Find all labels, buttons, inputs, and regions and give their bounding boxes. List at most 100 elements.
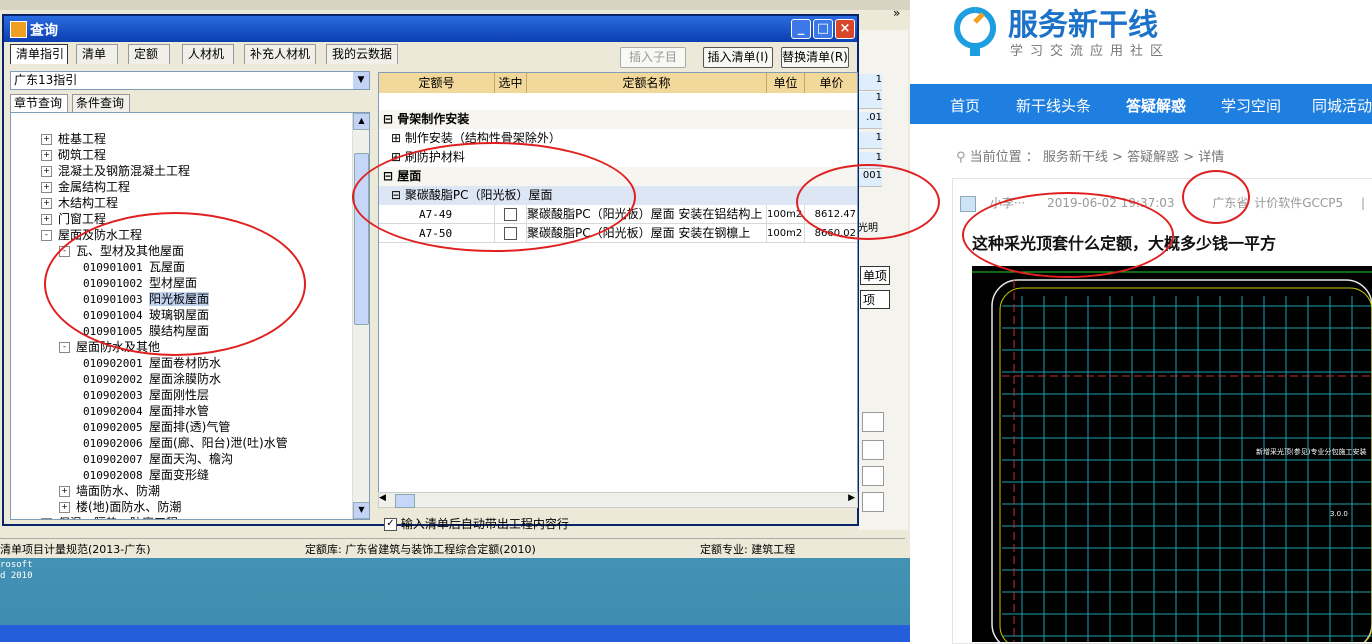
insert-list-button[interactable]: 插入清单(I) [703,47,773,68]
nav-qa[interactable]: 答疑解惑 [1126,95,1186,116]
replace-list-button[interactable]: 替换清单(R) [781,47,849,68]
tab-list[interactable]: 清单 [76,44,118,64]
expand-icon[interactable]: + [41,166,52,177]
select-checkbox[interactable] [504,227,517,240]
grid-cell-select[interactable] [495,205,527,224]
tab-chapter-query[interactable]: 章节查询 [10,94,68,112]
grid-group-row[interactable]: ⊟ 骨架制作安装 [379,110,857,129]
tab-cloud-data[interactable]: 我的云数据 [326,44,398,64]
tree-item-010902006[interactable]: 010902006 屋面(廊、阳台)泄(吐)水管 [83,435,288,451]
bg-button[interactable]: 项 [860,290,890,309]
minimize-button[interactable]: _ [791,19,811,39]
tree-node[interactable]: + 桩基工程 [41,131,106,147]
tree-item-010902007[interactable]: 010902007 屋面天沟、檐沟 [83,451,233,467]
tree-node[interactable]: - 屋面防水及其他 [59,339,160,355]
tab-labor-material[interactable]: 人材机 [182,44,234,64]
dialog-titlebar[interactable]: 查询 _ □ × [4,16,857,42]
expand-icon[interactable]: ⊞ [391,131,405,145]
bg-button[interactable]: 单项 [860,266,891,285]
scroll-thumb[interactable] [354,153,369,325]
tab-condition-query[interactable]: 条件查询 [72,94,130,112]
grid-sub-row[interactable]: ⊞ 刷防护材料 [379,148,857,167]
chapter-tree: ▲ ▼ + 桩基工程 + 砌筑工程 + 混凝土及钢筋混凝土工程 + 金属结构工程 + 木结构工程 +… [10,112,370,520]
expand-icon[interactable]: + [41,214,52,225]
nav-learning[interactable]: 学习空间 [1221,95,1281,116]
collapse-icon[interactable]: ⊟ [383,169,397,183]
scroll-right-icon[interactable]: ▶ [848,493,855,503]
tree-scrollbar[interactable]: ▲ ▼ [352,113,369,519]
insert-child-button[interactable]: 插入子目 [620,47,686,68]
bg-combo[interactable] [862,412,884,432]
collapse-icon[interactable]: - [59,246,70,257]
expand-icon[interactable]: + [41,518,52,519]
bg-combo[interactable] [862,492,884,512]
nav-home[interactable]: 首页 [950,95,980,116]
grid-hscrollbar[interactable]: ◀ ▶ [378,492,858,508]
scroll-left-icon[interactable]: ◀ [379,493,386,503]
cad-drawing-image[interactable]: 新增采光顶(参见)专业分包施工安装 3.0.0 [972,266,1372,642]
chevron-right-icon[interactable]: » [893,6,900,20]
tree-item-code: 010902005 [83,421,143,434]
tree-item-010902003[interactable]: 010902003 屋面刚性层 [83,387,209,403]
tree-item-010902002[interactable]: 010902002 屋面涂膜防水 [83,371,221,387]
expand-icon[interactable]: ⊞ [391,150,405,164]
table-row[interactable]: A7-50 聚碳酸脂PC（阳光板）屋面 安装在钢檩上 100m2 8660.02 [379,224,857,243]
bg-combo[interactable] [862,466,884,486]
expand-icon[interactable]: + [59,502,70,513]
grid-group-row[interactable]: ⊟ 屋面 [379,167,857,186]
tree-node[interactable]: + 砌筑工程 [41,147,106,163]
close-button[interactable]: × [835,19,855,39]
tab-supplement[interactable]: 补充人材机 [244,44,316,64]
tree-node[interactable]: + 混凝土及钢筋混凝土工程 [41,163,190,179]
post-author[interactable]: 小李··· [990,196,1025,210]
table-row[interactable]: A7-49 聚碳酸脂PC（阳光板）屋面 安装在铝结构上 100m2 8612.47 [379,205,857,224]
tab-quota[interactable]: 定额 [128,44,170,64]
tree-node[interactable]: + 门窗工程 [41,211,106,227]
chevron-down-icon[interactable]: ▼ [353,72,369,89]
expand-icon[interactable]: + [41,182,52,193]
grid-cell-select[interactable] [495,224,527,243]
expand-icon[interactable]: + [41,198,52,209]
expand-icon[interactable]: + [41,150,52,161]
library-select[interactable]: 广东13指引 ▼ [10,71,370,90]
tree-item-010901002[interactable]: 010901002 型材屋面 [83,275,197,291]
tree-item-label: 门窗工程 [58,212,107,226]
scroll-thumb[interactable] [395,494,415,508]
tree-node[interactable]: - 瓦、型材及其他屋面 [59,243,184,259]
tree-node[interactable]: - 屋面及防水工程 [41,227,142,243]
tree-item-010902004[interactable]: 010902004 屋面排水管 [83,403,209,419]
tree-item-010901004[interactable]: 010901004 玻璃钢屋面 [83,307,209,323]
avatar[interactable] [960,195,976,212]
tree-item-010902008[interactable]: 010902008 屋面变形缝 [83,467,209,483]
word-desktop-icon[interactable]: rosoft d 2010 [0,560,40,620]
tree-node[interactable]: + 保温、隔热、防腐工程 [41,515,178,519]
nav-headlines[interactable]: 新干线头条 [1016,95,1091,116]
select-checkbox[interactable] [504,208,517,221]
nav-events[interactable]: 同城活动 [1312,95,1372,116]
tree-node[interactable]: + 墙面防水、防潮 [59,483,160,499]
scroll-up-icon[interactable]: ▲ [353,113,369,130]
tree-item-010901003[interactable]: 010901003 阳光板屋面 [83,291,210,307]
tree-item-010901005[interactable]: 010901005 膜结构屋面 [83,323,209,339]
grid-subgroup-row[interactable]: ⊟ 聚碳酸脂PC（阳光板）屋面 [379,186,857,205]
tree-item-code: 010902004 [83,405,143,418]
expand-icon[interactable]: + [41,134,52,145]
tree-node[interactable]: + 金属结构工程 [41,179,130,195]
tree-node[interactable]: + 楼(地)面防水、防潮 [59,499,181,515]
collapse-icon[interactable]: - [41,230,52,241]
collapse-icon[interactable]: ⊟ [383,112,397,126]
scroll-down-icon[interactable]: ▼ [353,502,369,519]
tree-node[interactable]: + 木结构工程 [41,195,118,211]
tree-item-010902001[interactable]: 010902001 屋面卷材防水 [83,355,221,371]
collapse-icon[interactable]: - [59,342,70,353]
maximize-button[interactable]: □ [813,19,833,39]
auto-content-checkbox[interactable]: ✓ [384,518,397,531]
tree-item-010901001[interactable]: 010901001 瓦屋面 [83,259,185,275]
collapse-icon[interactable]: ⊟ [391,188,405,202]
tab-list-guide[interactable]: 清单指引 [10,44,68,64]
auto-content-checkbox-row[interactable]: ✓ 输入清单后自动带出工程内容行 [384,515,569,532]
tree-item-010902005[interactable]: 010902005 屋面排(透)气管 [83,419,230,435]
grid-sub-row[interactable]: ⊞ 制作安装（结构性骨架除外） [379,129,857,148]
expand-icon[interactable]: + [59,486,70,497]
bg-combo[interactable] [862,440,884,460]
